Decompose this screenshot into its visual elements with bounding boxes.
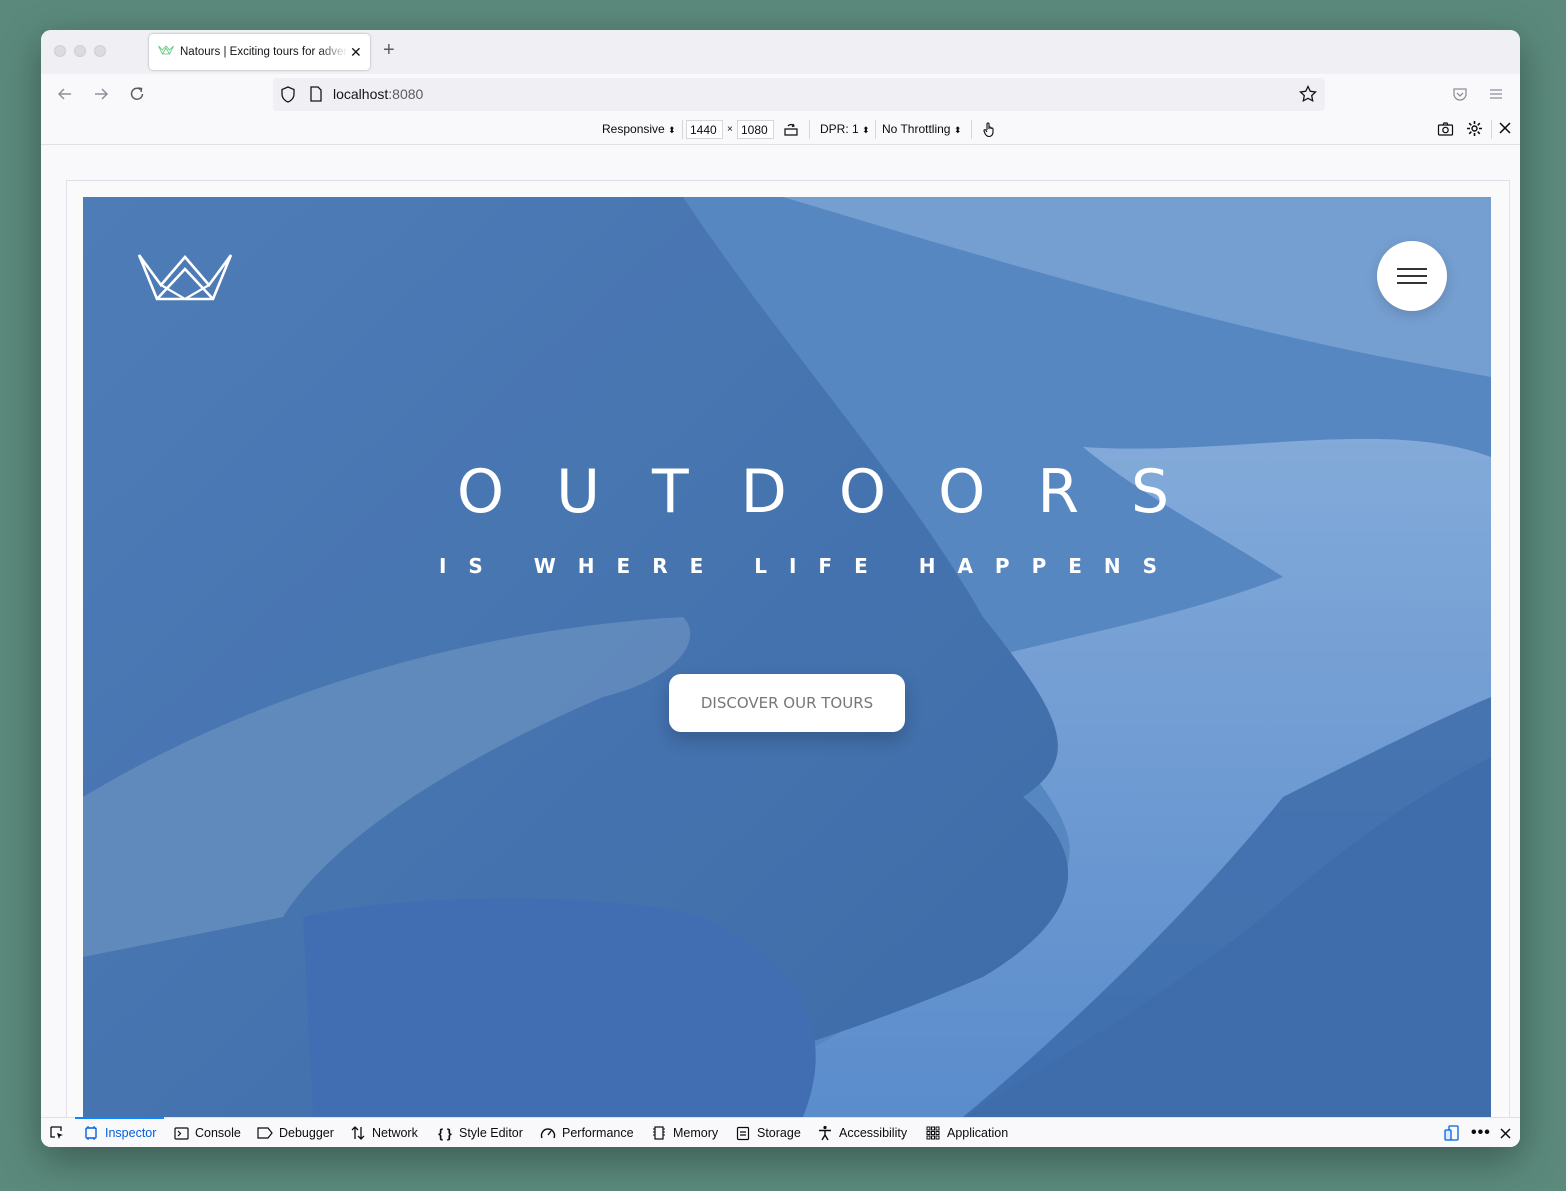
forward-button[interactable] [91,84,111,104]
tab-label: Performance [562,1126,634,1140]
select-arrows-icon: ⬍ [668,125,676,135]
screenshot-camera-icon[interactable] [1437,121,1454,140]
console-icon [173,1125,189,1141]
url-host: localhost [333,86,389,102]
tab-label: Network [372,1126,418,1140]
viewport-width-input[interactable]: 1440 [686,120,723,139]
accessibility-icon [817,1125,833,1141]
minimize-window-button[interactable] [74,45,86,57]
separator [682,120,683,139]
hamburger-menu-icon [1490,89,1502,99]
storage-icon [735,1125,751,1141]
natours-favicon-icon [158,43,174,61]
tab-console[interactable]: Console [173,1118,241,1147]
menu-line-icon [1397,275,1427,277]
settings-gear-icon[interactable] [1466,120,1483,140]
navigation-bar: localhost:8080 [41,74,1520,116]
tab-label: Memory [673,1126,719,1140]
select-arrows-icon: ⬍ [953,125,962,135]
zoom-window-button[interactable] [94,45,106,57]
menu-line-icon [1397,268,1427,270]
tab-label: Style Editor [459,1126,523,1140]
url-port: :8080 [388,86,424,102]
separator [971,120,972,139]
tab-application[interactable]: Application [925,1118,1008,1147]
tab-style-editor[interactable]: { } Style Editor [437,1118,523,1147]
url-text: localhost:8080 [333,86,423,102]
close-devtools-icon[interactable] [1499,1118,1512,1147]
crown-logo-icon [137,254,233,301]
separator [1491,120,1492,139]
back-button[interactable] [55,84,75,104]
close-rdm-icon[interactable] [1498,121,1512,138]
memory-icon [651,1125,667,1141]
url-bar[interactable]: localhost:8080 [273,78,1325,111]
inspector-icon [83,1125,99,1141]
tab-network[interactable]: Network [350,1118,418,1147]
tab-label: Console [195,1126,241,1140]
tab-strip: Natours | Exciting tours for adventurous… [41,30,1520,74]
browser-tab[interactable]: Natours | Exciting tours for adventurous… [149,34,370,70]
tab-performance[interactable]: Performance [540,1118,634,1147]
performance-icon [540,1125,556,1141]
hero-section: OUTDOORS IS WHERE LIFE HAPPENS DISCOVER … [83,197,1491,1117]
more-options-icon[interactable]: ••• [1471,1118,1491,1147]
pocket-icon [1453,88,1467,101]
viewport-height-input[interactable]: 1080 [737,120,774,139]
tab-storage[interactable]: Storage [735,1118,801,1147]
hero-subtitle: IS WHERE LIFE HAPPENS [438,554,1180,578]
discover-tours-button[interactable]: DISCOVER OUR TOURS [669,674,905,732]
select-arrows-icon: ⬍ [862,125,870,135]
device-selector[interactable]: Responsive ⬍ [602,122,676,136]
forward-arrow-icon [95,88,109,100]
tracking-protection-shield-icon[interactable] [280,86,296,108]
pocket-button[interactable] [1450,84,1470,104]
throttling-label: No Throttling [882,122,951,136]
bookmark-star-icon[interactable] [1299,84,1317,108]
touch-simulation-icon[interactable] [981,121,997,141]
network-icon [350,1125,366,1141]
app-menu-button[interactable] [1486,84,1506,104]
throttling-selector[interactable]: No Throttling ⬍ [882,122,961,136]
rotate-viewport-icon[interactable] [783,121,799,140]
devtools-toolbar: Inspector Console Debugger Network { } S… [41,1117,1520,1147]
tab-label: Debugger [279,1126,334,1140]
page-info-icon[interactable] [309,86,323,107]
menu-line-icon [1397,282,1427,284]
responsive-mode-icon[interactable] [1444,1118,1460,1147]
dpr-selector[interactable]: DPR: 1 ⬍ [820,122,870,136]
hero-title: OUTDOORS [456,457,1222,527]
tab-title: Natours | Exciting tours for adventurous… [180,46,348,58]
element-picker-icon[interactable] [49,1118,65,1147]
navigation-menu-button[interactable] [1377,241,1447,311]
tab-inspector[interactable]: Inspector [74,1117,165,1147]
close-tab-icon[interactable]: ✕ [350,45,362,59]
browser-window: Natours | Exciting tours for adventurous… [41,30,1520,1147]
tab-label: Storage [757,1126,801,1140]
device-selector-label: Responsive [602,122,665,136]
application-icon [925,1125,941,1141]
debugger-icon [257,1125,273,1141]
tab-label: Inspector [105,1126,157,1140]
style-editor-icon: { } [438,1125,452,1141]
tab-debugger[interactable]: Debugger [257,1118,334,1147]
tab-label: Application [947,1126,1009,1140]
back-arrow-icon [57,88,71,100]
natours-logo [137,251,233,308]
reload-button[interactable] [127,84,147,104]
hero-background-image [83,197,1491,1117]
responsive-design-toolbar: Responsive ⬍ 1440 × 1080 DPR: 1 ⬍ No Thr… [41,115,1520,145]
tab-label: Accessibility [839,1126,908,1140]
new-tab-button[interactable]: + [383,40,395,60]
reload-icon [130,87,144,100]
separator [875,120,876,139]
tab-accessibility[interactable]: Accessibility [817,1118,907,1147]
viewport-area: OUTDOORS IS WHERE LIFE HAPPENS DISCOVER … [41,145,1520,1117]
dpr-label: DPR: 1 [820,122,859,136]
separator [809,120,810,139]
close-window-button[interactable] [54,45,66,57]
tab-memory[interactable]: Memory [651,1118,718,1147]
dimension-times: × [727,124,733,135]
